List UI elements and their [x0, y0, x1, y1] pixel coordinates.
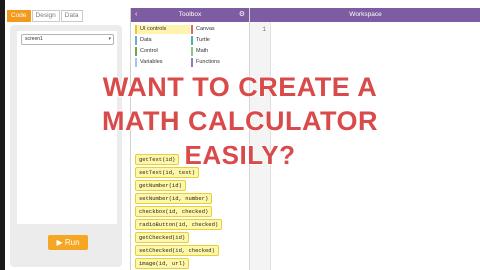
play-icon: ▶ [56, 238, 63, 247]
category-functions[interactable]: Functions [191, 58, 246, 67]
toolbox-title: Toolbox [178, 11, 202, 18]
category-variables[interactable]: Variables [135, 58, 190, 67]
chevron-down-icon: ▾ [108, 36, 111, 42]
overlay-caption: WANT TO CREATE A MATH CALCULATOR EASILY? [0, 70, 480, 172]
caption-line-2: MATH CALCULATOR [101, 105, 378, 137]
gear-icon[interactable]: ⚙ [239, 8, 245, 22]
code-block[interactable]: getNumber(id) [135, 180, 186, 191]
mode-tabs: Code Design Data [7, 10, 84, 22]
code-block[interactable]: setNumber(id, number) [135, 193, 213, 204]
caption-line-3: EASILY? [184, 139, 296, 171]
run-button[interactable]: ▶ Run [48, 235, 88, 250]
tab-code[interactable]: Code [7, 10, 31, 22]
tab-data[interactable]: Data [60, 10, 83, 22]
category-canvas[interactable]: Canvas [191, 25, 246, 34]
toolbox-categories: UI controls Canvas Data Turtle Control M… [135, 23, 245, 73]
code-block[interactable]: getChecked(id) [135, 232, 190, 243]
caption-line-1: WANT TO CREATE A [102, 71, 378, 103]
screen-select[interactable]: screen1 ▾ [21, 34, 114, 45]
category-turtle[interactable]: Turtle [191, 36, 246, 45]
tab-design[interactable]: Design [31, 10, 60, 22]
run-label: Run [64, 238, 80, 247]
line-number: 1 [262, 26, 266, 33]
category-data[interactable]: Data [135, 36, 190, 45]
workspace-header: Workspace [250, 8, 480, 22]
category-ui-controls[interactable]: UI controls [135, 25, 190, 34]
code-block[interactable]: radioButton(id, checked) [135, 219, 223, 230]
code-block[interactable]: image(id, url) [135, 258, 190, 269]
toolbox-header: ‹ Toolbox ⚙ [131, 8, 249, 22]
code-block[interactable]: setChecked(id, checked) [135, 245, 219, 256]
collapse-arrow-icon[interactable]: ‹ [135, 8, 137, 22]
screen-select-value: screen1 [25, 36, 43, 42]
category-math[interactable]: Math [191, 47, 246, 56]
category-control[interactable]: Control [135, 47, 190, 56]
code-block[interactable]: checkbox(id, checked) [135, 206, 213, 217]
